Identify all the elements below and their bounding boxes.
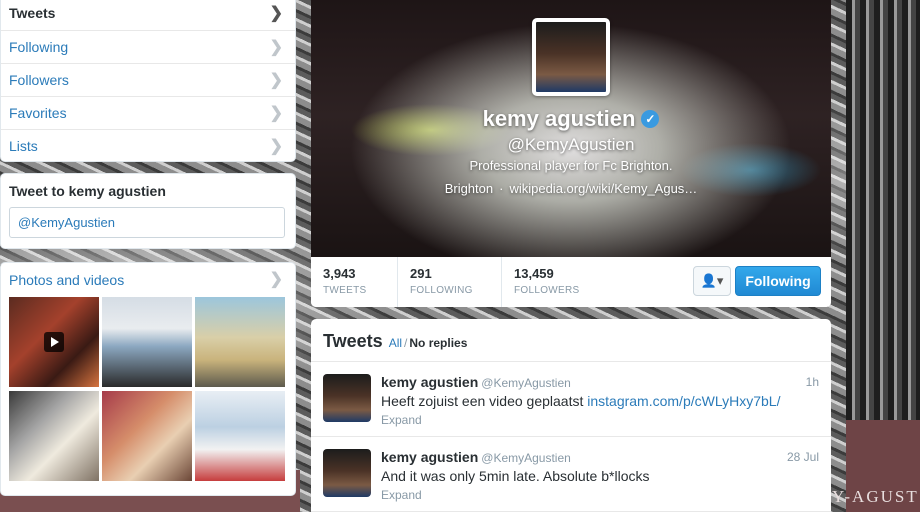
profile-handle: @KemyAgustien <box>507 135 635 154</box>
user-icon: 👤▾ <box>700 273 724 288</box>
play-icon <box>44 332 64 352</box>
nav-item-label: Following <box>9 39 69 55</box>
nav-item-label: Followers <box>9 72 69 88</box>
media-thumbnail[interactable] <box>195 297 285 387</box>
nav-item-label: Tweets <box>9 5 56 21</box>
stream-header: Tweets All / No replies <box>311 319 831 362</box>
tweet-to-input[interactable]: @KemyAgustien <box>9 207 285 238</box>
separator: · <box>499 181 504 196</box>
tweet-item[interactable]: kemy agustien @KemyAgustien 1h Heeft zoju… <box>311 362 831 437</box>
media-thumbnail[interactable] <box>9 391 99 481</box>
stat-label: FOLLOWING <box>410 285 473 296</box>
profile-stats: 3,943 TWEETS 291 FOLLOWING 13,459 FOLLOW… <box>311 257 831 307</box>
tweet-expand-link[interactable]: Expand <box>381 488 422 502</box>
stat-followers[interactable]: 13,459 FOLLOWERS <box>514 266 580 302</box>
tweet-timestamp[interactable]: 28 Jul <box>787 450 819 464</box>
chevron-right-icon: ❯ <box>269 271 283 288</box>
tweet-to-title: Tweet to kemy agustien <box>9 183 166 199</box>
photos-module: Photos and videos ❯ <box>0 262 296 496</box>
filter-no-replies[interactable]: No replies <box>409 336 467 350</box>
chevron-right-icon: ❯ <box>269 72 283 89</box>
tweet-author[interactable]: kemy agustien @KemyAgustien <box>381 374 571 390</box>
nav-item-favorites[interactable]: Favorites ❯ <box>1 96 295 129</box>
avatar[interactable] <box>323 449 371 497</box>
media-thumbnail[interactable] <box>102 391 192 481</box>
media-thumbnail[interactable] <box>102 297 192 387</box>
stat-label: TWEETS <box>323 285 367 296</box>
nav-item-tweets[interactable]: Tweets ❯ <box>1 0 295 30</box>
filter-all-link[interactable]: All <box>389 336 402 350</box>
stat-divider <box>397 257 398 307</box>
tweet-author[interactable]: kemy agustien @KemyAgustien <box>381 449 571 465</box>
nav-item-lists[interactable]: Lists ❯ <box>1 129 295 162</box>
tweet-author-name: kemy agustien <box>381 449 479 465</box>
profile-location: Brighton <box>444 181 494 196</box>
stat-value: 291 <box>410 266 432 281</box>
filter-separator: / <box>404 336 408 350</box>
tweet-text-body: Heeft zojuist een video geplaatst <box>381 393 584 409</box>
stream-title: Tweets <box>323 331 383 351</box>
profile-url[interactable]: wikipedia.org/wiki/Kemy_Agus… <box>509 181 697 196</box>
tweet-author-handle: @KemyAgustien <box>481 451 571 465</box>
chevron-right-icon: ❯ <box>269 39 283 56</box>
profile-banner: kemy agustien ✓ @KemyAgustien Professiona… <box>311 0 831 257</box>
profile-location-row: Brighton · wikipedia.org/wiki/Kemy_Agus… <box>311 181 831 196</box>
profile-name-row: kemy agustien ✓ <box>311 106 831 132</box>
tweet-text-body: And it was only 5min late. Absolute b*ll… <box>381 468 650 484</box>
stat-value: 13,459 <box>514 266 554 281</box>
stat-label: FOLLOWERS <box>514 285 580 296</box>
stat-tweets[interactable]: 3,943 TWEETS <box>323 266 366 302</box>
verified-badge-icon: ✓ <box>641 110 660 128</box>
nav-item-label: Favorites <box>9 105 67 121</box>
tweet-to-module: Tweet to kemy agustien @KemyAgustien <box>0 173 296 249</box>
nav-item-label: Lists <box>9 138 38 154</box>
profile-name: kemy agustien <box>482 106 636 131</box>
chevron-right-icon: ❯ <box>269 138 283 155</box>
tweet-item[interactable]: kemy agustien @KemyAgustien 28 Jul And it… <box>311 437 831 512</box>
photos-title: Photos and videos <box>9 272 125 288</box>
tweet-text: And it was only 5min late. Absolute b*ll… <box>381 468 649 484</box>
tweets-stream: Tweets All / No replies kemy agustien @KemyA… <box>311 319 831 512</box>
profile-avatar[interactable] <box>532 18 610 96</box>
tweet-timestamp[interactable]: 1h <box>806 375 819 389</box>
user-actions-button[interactable]: 👤▾ <box>693 266 731 296</box>
tweet-expand-link[interactable]: Expand <box>381 413 422 427</box>
tweet-text: Heeft zojuist een video geplaatst instag… <box>381 393 780 409</box>
profile-nav: Tweets ❯ Following ❯ Followers ❯ Favorit… <box>0 0 296 162</box>
nav-item-following[interactable]: Following ❯ <box>1 30 295 63</box>
page-background-right: Y-AGUST <box>832 0 920 512</box>
stat-value: 3,943 <box>323 266 356 281</box>
background-brand-text: Y-AGUST <box>832 487 919 506</box>
nav-item-followers[interactable]: Followers ❯ <box>1 63 295 96</box>
media-thumbnail[interactable] <box>195 391 285 481</box>
chevron-right-icon: ❯ <box>269 105 283 122</box>
chevron-right-icon: ❯ <box>269 5 283 22</box>
avatar[interactable] <box>323 374 371 422</box>
stat-divider <box>501 257 502 307</box>
profile-card: kemy agustien ✓ @KemyAgustien Professiona… <box>311 0 831 307</box>
tweet-link[interactable]: instagram.com/p/cWLyHxy7bL/ <box>587 393 780 409</box>
tweet-author-name: kemy agustien <box>381 374 479 390</box>
photos-header-link[interactable]: Photos and videos ❯ <box>1 263 295 297</box>
profile-bio: Professional player for Fc Brighton. <box>469 158 673 173</box>
following-button[interactable]: Following <box>735 266 821 296</box>
stat-following[interactable]: 291 FOLLOWING <box>410 266 473 302</box>
media-thumbnail[interactable] <box>9 297 99 387</box>
tweet-author-handle: @KemyAgustien <box>481 376 571 390</box>
